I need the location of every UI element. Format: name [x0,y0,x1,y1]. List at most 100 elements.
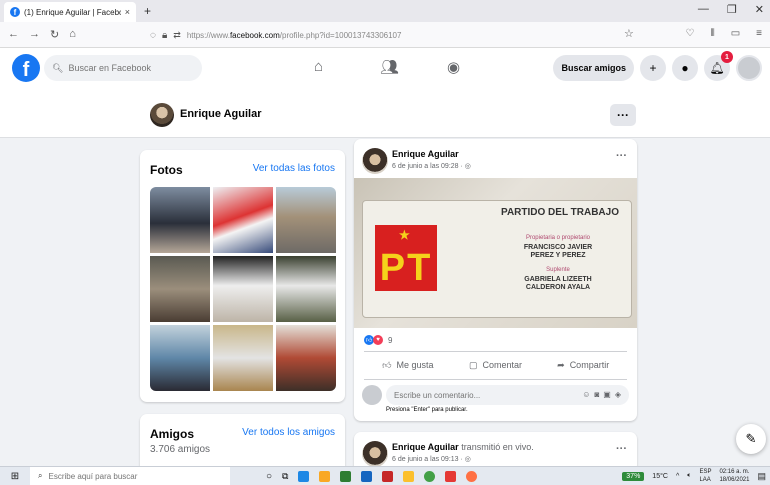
friends-icon[interactable]: 👥︎ [380,58,399,76]
cortana-icon[interactable]: ○ [266,471,272,482]
windows-icon[interactable]: ⊞ [0,471,30,482]
photo-thumbnail[interactable] [150,325,210,391]
facebook-favicon-icon: f [10,7,20,17]
see-all-photos-link[interactable]: Ver todas las fotos [253,163,335,174]
gif-icon[interactable]: ▣ [603,390,611,399]
post-author-avatar[interactable] [362,441,388,467]
taskbar-app-icon[interactable] [319,470,331,482]
post-more-button[interactable]: ··· [616,150,627,162]
browser-tab-bar: f (1) Enrique Aguilar | Facebook × + — ❐… [0,0,770,22]
photo-thumbnail[interactable] [150,256,210,322]
language-indicator[interactable]: ESP LAA [699,468,711,484]
maximize-button[interactable]: ❐ [727,3,737,16]
taskbar-app-icon[interactable] [340,470,352,482]
profile-more-button[interactable]: ··· [610,104,636,126]
reaction-summary[interactable]: 👍︎ ♥ 9 [364,335,392,345]
post-image[interactable]: ★ PT PARTIDO DEL TRABAJO Propietaria o p… [354,178,637,328]
clock[interactable]: 02:16 a. m. 18/06/2021 [719,468,749,484]
photo-thumbnail[interactable] [276,187,336,253]
groups-icon[interactable]: ◉ [447,58,460,76]
see-all-friends-link[interactable]: Ver todos los amigos [242,427,335,438]
minimize-button[interactable]: — [698,3,709,16]
comment-input[interactable] [394,390,544,400]
taskbar-app-icon[interactable] [466,470,478,482]
home-icon[interactable]: ⌂ [314,58,323,75]
messenger-icon[interactable]: ● [672,55,698,81]
battery-indicator[interactable]: 37% [622,471,645,481]
facebook-search-input[interactable] [68,63,189,73]
browser-tab-facebook[interactable]: f (1) Enrique Aguilar | Facebook × [4,2,136,22]
taskbar-search[interactable]: ⌕ [30,466,230,485]
account-avatar[interactable] [736,55,762,81]
window-close-button[interactable]: ✕ [755,3,764,16]
home-browser-icon[interactable]: ⌂ [69,28,76,41]
divider [364,351,627,352]
tab-close-button[interactable]: × [125,7,130,17]
photo-thumbnail[interactable] [276,256,336,322]
emoji-icon[interactable]: ☺ [582,390,590,399]
photo-grid [150,187,336,391]
photo-thumbnail[interactable] [213,325,273,391]
taskbar-search-input[interactable] [48,471,199,481]
address-bar[interactable]: ◌ 🔒︎ ⇄ https://www.facebook.com/profile.… [150,26,650,44]
taskbar-app-icon[interactable] [382,470,394,482]
substitute-name: GABRIELA LIZEETH CALDERON AYALA [524,276,592,291]
post-timestamp[interactable]: 6 de junio a las 09:13 · ◎ [392,455,471,463]
back-icon[interactable]: ← [8,28,19,41]
chevron-up-icon[interactable]: ^ [676,473,679,480]
system-tray: 37% 15°C ^ 🔈︎ ESP LAA 02:16 a. m. 18/06/20… [622,468,766,484]
post-author-name[interactable]: Enrique Aguilar [392,149,459,159]
share-button[interactable]: ➦ Compartir [539,353,627,377]
like-button[interactable]: 👍︎ Me gusta [364,353,452,377]
post-author-name[interactable]: Enrique Aguilar transmitió en vivo. [392,442,534,452]
new-tab-button[interactable]: + [144,4,151,18]
taskbar-app-icon[interactable] [403,470,415,482]
comment-box[interactable]: ☺ ◙ ▣ ◈ [386,385,629,405]
taskbar-apps: ○ ⧉ [266,470,478,482]
taskbar-app-icon[interactable] [445,470,457,482]
profile-bar: Enrique Aguilar ··· [0,92,770,138]
notifications-icon[interactable]: ▤ [757,471,766,482]
comment-tools: ☺ ◙ ▣ ◈ [582,390,621,399]
post-more-button[interactable]: ··· [616,443,627,455]
compose-icon[interactable]: ✎ [736,424,766,454]
camera-icon[interactable]: ◙ [594,390,599,399]
photos-title: Fotos [150,163,183,177]
comment-hint: Presiona "Enter" para publicar. [386,407,468,413]
weather-temperature[interactable]: 15°C [652,473,668,480]
facebook-search[interactable]: 🔍︎ [44,55,202,81]
volume-icon[interactable]: 🔈︎ [687,472,691,480]
facebook-header: f 🔍︎ ⌂ 👥︎ ◉ Buscar amigos + ● 🔔︎1 [0,48,770,92]
pocket-icon[interactable]: ♡ [686,28,695,39]
sticker-icon[interactable]: ◈ [615,390,621,399]
star-icon: ★ [399,228,412,242]
taskbar-app-icon[interactable] [361,470,373,482]
menu-icon[interactable]: ≡ [756,28,762,39]
facebook-icon[interactable]: f [12,54,40,82]
plus-icon[interactable]: + [640,55,666,81]
profile-name[interactable]: Enrique Aguilar [180,108,262,120]
find-friends-button[interactable]: Buscar amigos [553,55,634,81]
avatar[interactable] [150,103,174,127]
photo-thumbnail[interactable] [150,187,210,253]
reload-icon[interactable]: ↻ [50,28,59,41]
photo-thumbnail[interactable] [276,325,336,391]
photo-thumbnail[interactable] [213,187,273,253]
forward-icon[interactable]: → [29,28,40,41]
role-substitute: Suplente [546,267,570,273]
sidebar-icon[interactable]: ▭ [731,28,740,39]
shield-icon: ◌ [150,29,156,41]
photo-thumbnail[interactable] [213,256,273,322]
task-view-icon[interactable]: ⧉ [282,471,288,482]
post-author-avatar[interactable] [362,148,388,174]
browser-toolbar: ← → ↻ ⌂ ◌ 🔒︎ ⇄ https://www.facebook.com/… [0,22,770,48]
library-icon[interactable]: ⫴ [711,28,715,39]
post-timestamp[interactable]: 6 de junio a las 09:28 · ◎ [392,162,471,170]
taskbar-app-icon[interactable] [298,470,310,482]
bookmark-star-icon[interactable]: ☆ [624,27,634,40]
url-text: https://www.facebook.com/profile.php?id=… [186,30,402,40]
taskbar-app-icon[interactable] [424,470,436,482]
commenter-avatar [362,385,382,405]
bell-icon[interactable]: 🔔︎ 1 [704,51,733,81]
comment-button[interactable]: ▢ Comentar [452,353,540,377]
